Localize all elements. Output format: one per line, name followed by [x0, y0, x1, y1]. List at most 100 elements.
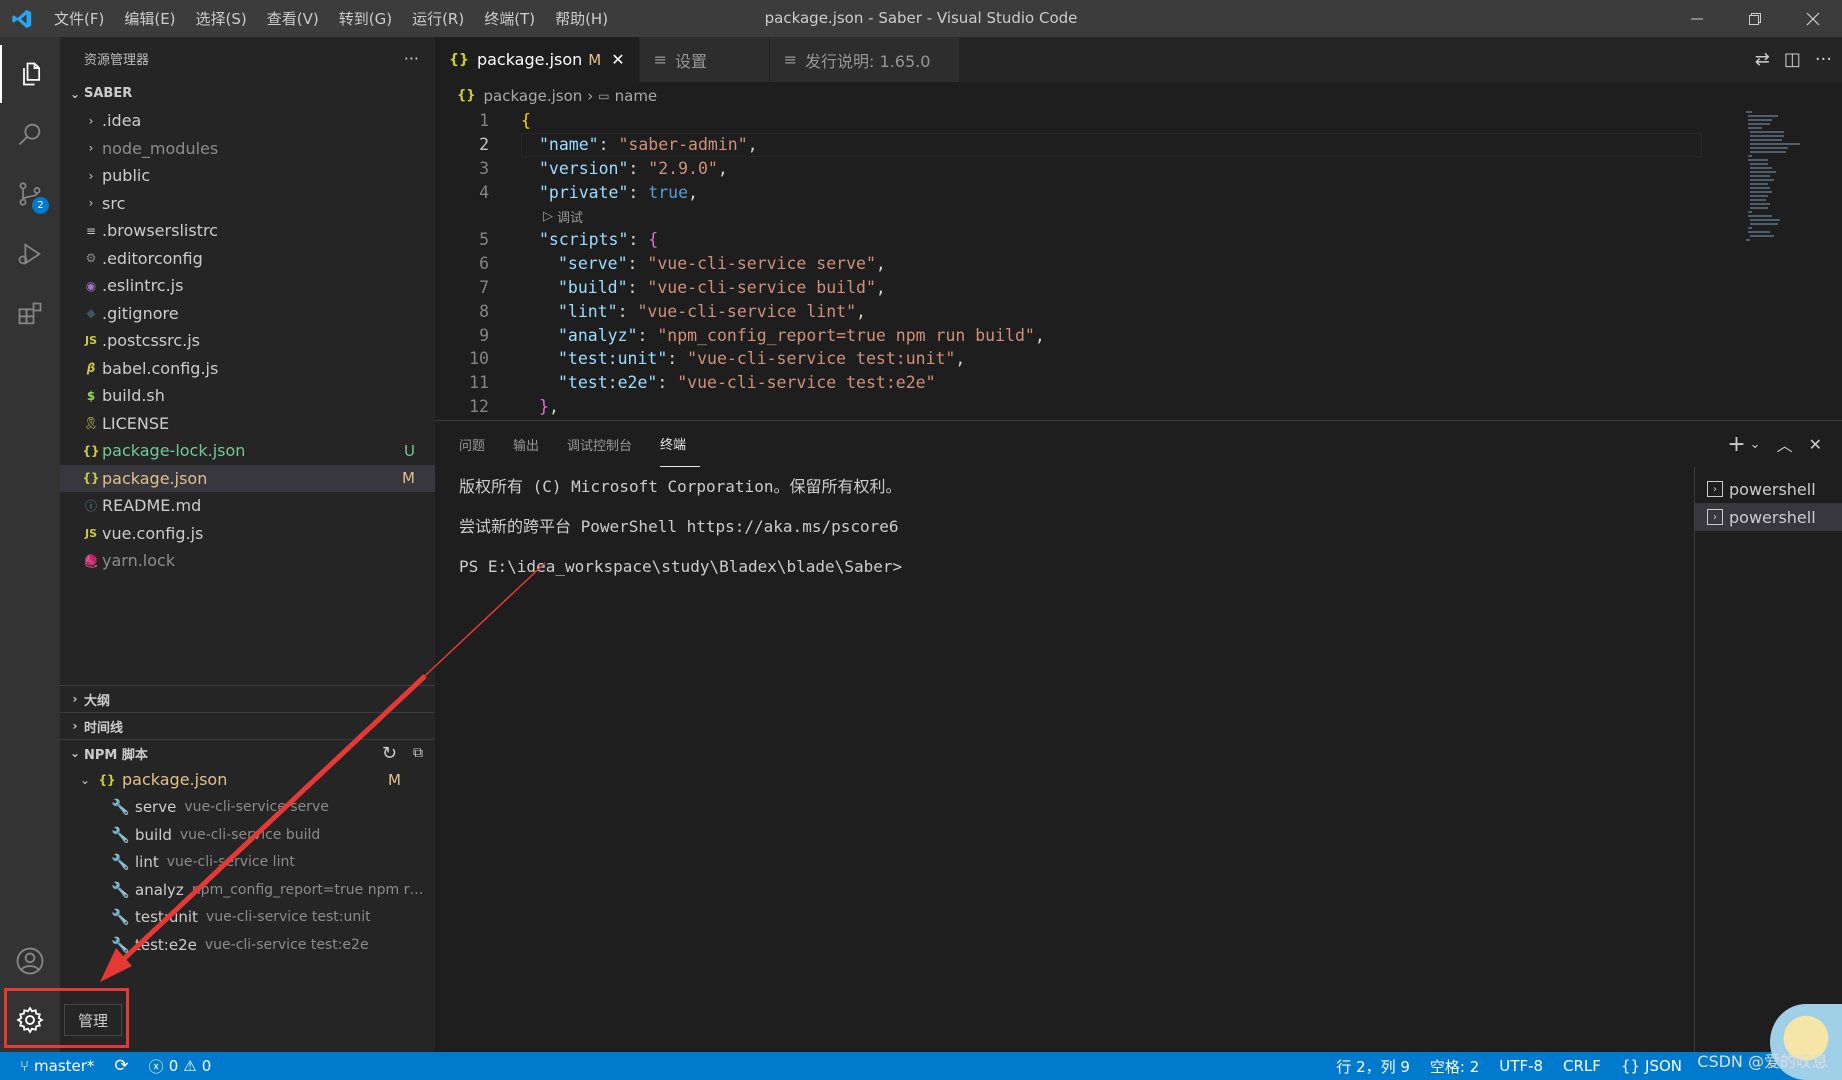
npm-script-item[interactable]: 🔧 serve vue-cli-service serve: [60, 794, 435, 822]
menu-help[interactable]: 帮助(H): [545, 0, 618, 37]
tab-package-json[interactable]: {} package.json M ✕: [435, 37, 640, 82]
terminal-item[interactable]: › powershell: [1695, 475, 1842, 503]
tree-item[interactable]: ⚙ .editorconfig: [60, 245, 435, 273]
language-status[interactable]: {} JSON: [1611, 1052, 1692, 1080]
new-terminal-icon[interactable]: +: [1727, 432, 1745, 457]
warning-icon: ⚠: [183, 1057, 197, 1075]
terminal-item[interactable]: › powershell: [1695, 503, 1842, 531]
collapse-all-icon[interactable]: ⧉: [413, 745, 423, 761]
tab-terminal[interactable]: 终端: [660, 421, 701, 467]
menu-edit[interactable]: 编辑(E): [114, 0, 185, 37]
npm-script-item[interactable]: 🔧 lint vue-cli-service lint: [60, 849, 435, 877]
refresh-icon[interactable]: ↻: [382, 743, 397, 764]
menu-file[interactable]: 文件(F): [44, 0, 114, 37]
tree-item[interactable]: 🎗 LICENSE: [60, 410, 435, 438]
cursor-position[interactable]: 行 2，列 9: [1326, 1052, 1420, 1080]
tree-item[interactable]: ◆ .gitignore: [60, 300, 435, 328]
eol-status[interactable]: CRLF: [1553, 1052, 1611, 1080]
tree-item[interactable]: {} package-lock.json U: [60, 437, 435, 465]
problems-status[interactable]: ⓧ 0 ⚠ 0: [139, 1052, 222, 1080]
license-icon: 🎗: [83, 416, 99, 431]
tree-item[interactable]: › .idea: [60, 107, 435, 135]
accounts-activity[interactable]: [0, 932, 60, 990]
minimize-button[interactable]: [1668, 0, 1726, 37]
breadcrumb-symbol[interactable]: name: [615, 87, 658, 105]
npm-script-item[interactable]: 🔧 test:unit vue-cli-service test:unit: [60, 904, 435, 932]
tree-item[interactable]: › node_modules: [60, 135, 435, 163]
workspace-root[interactable]: ⌄ SABER: [60, 80, 435, 107]
tree-item[interactable]: $ build.sh: [60, 382, 435, 410]
source-control-activity[interactable]: 2: [0, 165, 60, 223]
chevron-down-icon[interactable]: ⌄: [1750, 437, 1761, 452]
npm-package-item[interactable]: ⌄ {} package.json M: [60, 766, 435, 794]
timeline-section[interactable]: › 时间线: [60, 712, 435, 739]
npm-scripts-section[interactable]: ⌄ NPM 脚本 ↻ ⧉: [60, 739, 435, 766]
minimap[interactable]: [1742, 109, 1822, 259]
sync-status[interactable]: ⟳: [104, 1052, 138, 1080]
branch-status[interactable]: ⑂ master*: [0, 1052, 104, 1080]
extensions-activity[interactable]: [0, 285, 60, 343]
gear-file-icon: ⚙: [85, 251, 97, 266]
close-icon: [1806, 12, 1820, 25]
code-line: 12 },: [435, 395, 1842, 419]
play-icon: ▷: [543, 208, 553, 224]
tab-output[interactable]: 输出: [513, 421, 553, 467]
menu-go[interactable]: 转到(G): [329, 0, 402, 37]
tree-item[interactable]: β babel.config.js: [60, 355, 435, 383]
more-actions-icon[interactable]: ···: [1815, 49, 1832, 70]
tree-item[interactable]: ◉ .eslintrc.js: [60, 272, 435, 300]
debug-codelens[interactable]: ▷ 调试: [435, 204, 1842, 228]
workspace-root-label: SABER: [84, 86, 133, 101]
breadcrumb: {} package.json › ▭ name: [435, 82, 1842, 109]
run-debug-activity[interactable]: [0, 225, 60, 283]
menu-terminal[interactable]: 终端(T): [474, 0, 545, 37]
yarn-icon: 🧶: [83, 553, 99, 568]
tree-item[interactable]: 🧶 yarn.lock: [60, 547, 435, 575]
tree-item[interactable]: ⓘ README.md: [60, 492, 435, 520]
tab-problems[interactable]: 问题: [459, 421, 499, 467]
menu-view[interactable]: 查看(V): [257, 0, 329, 37]
split-editor-icon[interactable]: ◫: [1784, 49, 1801, 70]
restore-button[interactable]: [1726, 0, 1784, 37]
vscode-logo-icon: [0, 0, 44, 37]
json-file-icon: {}: [98, 772, 116, 787]
tree-item[interactable]: JS .postcssrc.js: [60, 327, 435, 355]
close-window-button[interactable]: [1784, 0, 1842, 37]
breadcrumb-file[interactable]: package.json: [484, 87, 583, 105]
tree-item[interactable]: JS vue.config.js: [60, 520, 435, 548]
tree-item[interactable]: › src: [60, 190, 435, 218]
close-tab-icon[interactable]: ✕: [611, 50, 624, 69]
open-changes-icon[interactable]: ⇄: [1755, 49, 1770, 70]
code-line: 3 "version": "2.9.0",: [435, 157, 1842, 181]
tree-item[interactable]: ≡ .browserslistrc: [60, 217, 435, 245]
explorer-title: 资源管理器: [84, 53, 150, 68]
npm-script-cmd: npm_config_report=true npm run...: [191, 881, 427, 898]
codelens-label: 调试: [557, 209, 584, 225]
menu-run[interactable]: 运行(R): [402, 0, 474, 37]
tab-debug-console[interactable]: 调试控制台: [567, 421, 646, 467]
terminal-line: 尝试新的跨平台 PowerShell https://aka.ms/pscore…: [459, 517, 899, 536]
encoding-status[interactable]: UTF-8: [1489, 1052, 1553, 1080]
tree-item[interactable]: › public: [60, 162, 435, 190]
explorer-activity[interactable]: [0, 45, 60, 103]
code-editor[interactable]: 1 { 2 "name": "saber-admin", 3 "version"…: [435, 109, 1842, 418]
close-panel-icon[interactable]: ✕: [1809, 435, 1822, 454]
tree-item-label: .browserslistrc: [102, 221, 218, 241]
npm-script-cmd: vue-cli-service lint: [166, 854, 295, 871]
maximize-panel-icon[interactable]: ︿: [1777, 432, 1793, 456]
npm-script-item[interactable]: 🔧 build vue-cli-service build: [60, 821, 435, 849]
npm-script-item[interactable]: 🔧 test:e2e vue-cli-service test:e2e: [60, 931, 435, 959]
tree-item[interactable]: {} package.json M: [60, 464, 435, 492]
indentation-status[interactable]: 空格: 2: [1420, 1052, 1489, 1080]
outline-section[interactable]: › 大纲: [60, 685, 435, 712]
search-activity[interactable]: [0, 105, 60, 163]
terminal-output[interactable]: 版权所有 (C) Microsoft Corporation。保留所有权利。 尝…: [459, 467, 902, 587]
menu-selection[interactable]: 选择(S): [186, 0, 257, 37]
extensions-icon: [18, 302, 42, 325]
npm-script-item[interactable]: 🔧 analyz npm_config_report=true npm run.…: [60, 876, 435, 904]
account-icon: [16, 947, 44, 975]
tab-release-notes[interactable]: ≡ 发行说明: 1.65.0: [769, 37, 960, 82]
tab-settings[interactable]: ≡ 设置: [639, 37, 770, 82]
terminal-item-label: powershell: [1729, 479, 1816, 499]
more-actions-button[interactable]: ···: [404, 49, 419, 68]
